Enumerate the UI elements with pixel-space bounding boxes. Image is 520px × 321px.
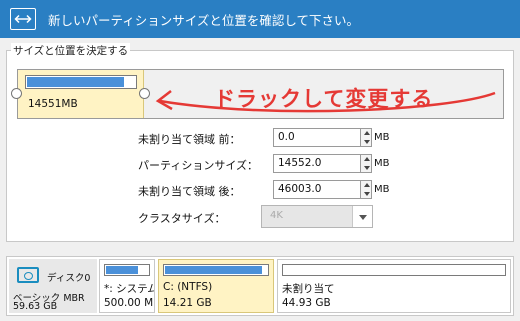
partition-size: 500.00 MB bbox=[104, 297, 154, 309]
partition-name: *: システム… bbox=[104, 283, 154, 295]
partition-usage-fill bbox=[165, 266, 262, 274]
unalloc-after-label: 未割り当て領域 後： bbox=[138, 185, 241, 198]
dialog-header: 新しいパーティションサイズと位置を確認して下さい。 bbox=[0, 0, 520, 38]
unalloc-after-spinner[interactable] bbox=[360, 180, 372, 199]
partition-unallocated[interactable]: 未割り当て 44.93 GB bbox=[277, 259, 511, 313]
disk-icon bbox=[17, 267, 39, 283]
partition-size: 44.93 GB bbox=[282, 297, 331, 309]
cluster-size-label: クラスタサイズ： bbox=[138, 212, 226, 225]
disk-name: ディスク0 bbox=[47, 273, 91, 284]
disk-size: 59.63 GB bbox=[13, 301, 58, 312]
partition-size-spinner[interactable] bbox=[360, 154, 372, 173]
chevron-down-icon[interactable] bbox=[352, 206, 372, 227]
partition-c[interactable]: C: (NTFS) 14.21 GB bbox=[158, 259, 274, 313]
cluster-size-value: 4K bbox=[270, 210, 283, 221]
dialog-title: 新しいパーティションサイズと位置を確認して下さい。 bbox=[48, 12, 360, 28]
disk-info[interactable]: ディスク0 ベーシック MBR 59.63 GB bbox=[9, 259, 97, 313]
partition-size-input[interactable]: 14552.0 bbox=[273, 154, 361, 173]
disk-map: ディスク0 ベーシック MBR 59.63 GB *: システム… 500.00… bbox=[6, 256, 514, 316]
drag-annotation: ドラックして変更する bbox=[214, 87, 434, 111]
cluster-size-select[interactable]: 4K bbox=[261, 205, 373, 228]
partition-name: C: (NTFS) bbox=[163, 281, 213, 293]
unalloc-before-unit: MB bbox=[374, 132, 390, 143]
size-position-group: サイズと位置を決定する 14551MB ドラックして変更する 未割り当て領域 前… bbox=[6, 43, 514, 242]
partition-size: 14.21 GB bbox=[163, 297, 212, 309]
partition-usage-bar bbox=[163, 264, 269, 276]
partition-usage-bar bbox=[104, 264, 150, 276]
unalloc-after-unit: MB bbox=[374, 184, 390, 195]
partition-name: 未割り当て bbox=[282, 283, 335, 295]
resize-arrows-icon bbox=[10, 8, 36, 30]
partition-usage-bar bbox=[282, 264, 506, 276]
partition-system[interactable]: *: システム… 500.00 MB bbox=[99, 259, 155, 313]
partition-usage-fill bbox=[106, 266, 138, 274]
partition-size-field-label: パーティションサイズ： bbox=[138, 159, 259, 172]
unalloc-after-input[interactable]: 46003.0 bbox=[273, 180, 361, 199]
unalloc-before-input[interactable]: 0.0 bbox=[273, 128, 361, 147]
unalloc-before-label: 未割り当て領域 前： bbox=[138, 133, 241, 146]
partition-size-unit: MB bbox=[374, 158, 390, 169]
unalloc-before-spinner[interactable] bbox=[360, 128, 372, 147]
